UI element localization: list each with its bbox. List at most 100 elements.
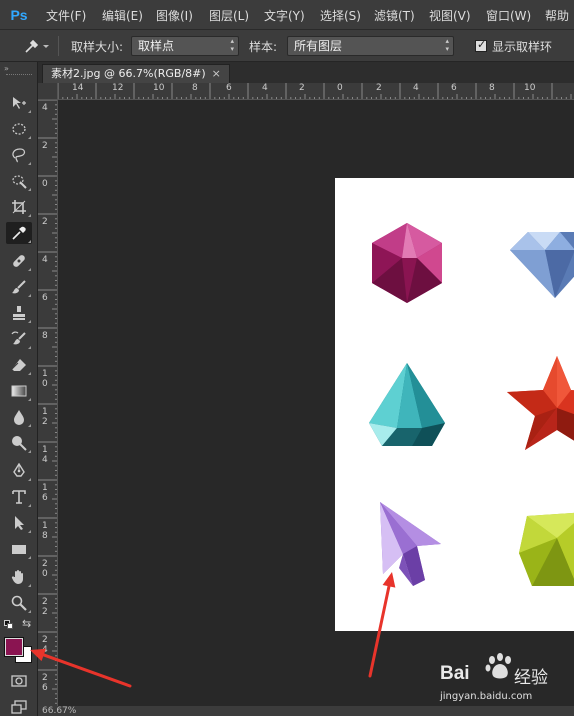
document-tab-title: 素材2.jpg @ 66.7%(RGB/8#)	[51, 67, 206, 80]
eyedropper-tool-icon[interactable]	[6, 222, 32, 244]
ruler-left-label: 12	[42, 407, 48, 427]
ruler-horizontal-ticks	[58, 83, 572, 99]
swap-colors-icon[interactable]: ⇆	[22, 617, 31, 630]
history-brush-tool-icon[interactable]	[6, 328, 32, 350]
ruler-top-label: 10	[153, 83, 165, 93]
ruler-left-label: 4	[42, 255, 48, 265]
ruler-left-label: 2	[42, 141, 48, 151]
magenta-gem	[372, 223, 442, 303]
ruler-left-label: 14	[42, 445, 48, 465]
default-colors-icon[interactable]	[4, 620, 14, 630]
screen-mode-icon[interactable]	[6, 696, 32, 716]
menu-view[interactable]: 视图(V)	[429, 7, 471, 24]
clone-stamp-tool-icon[interactable]	[6, 302, 32, 324]
sample-select[interactable]: 所有图层	[287, 36, 454, 56]
hand-tool-icon[interactable]	[6, 566, 32, 588]
options-bar: 取样大小: 取样点 样本: 所有图层 显示取样环	[0, 30, 574, 62]
eyedropper-preset-icon[interactable]	[22, 37, 52, 55]
canvas-area[interactable]	[59, 101, 574, 706]
menu-bar: Ps 文件(F) 编辑(E) 图像(I) 图层(L) 文字(Y) 选择(S) 滤…	[0, 0, 574, 30]
move-tool-icon[interactable]	[6, 92, 32, 114]
baidu-jingyan-watermark: Bai 经验 jingyan.baidu.com	[438, 650, 568, 710]
menu-select[interactable]: 选择(S)	[320, 7, 361, 24]
menu-window[interactable]: 窗口(W)	[486, 7, 531, 24]
eraser-tool-icon[interactable]	[6, 354, 32, 376]
panel-collapse-icon[interactable]: »	[4, 64, 9, 73]
options-divider	[58, 36, 59, 56]
ruler-left-label: 6	[42, 293, 48, 303]
ruler-left-label: 24	[42, 635, 48, 655]
ruler-top-label: 4	[262, 83, 268, 93]
teal-gem	[369, 363, 445, 446]
document-tab[interactable]: 素材2.jpg @ 66.7%(RGB/8#) ×	[42, 64, 230, 83]
menu-image[interactable]: 图像(I)	[156, 7, 193, 24]
menu-file[interactable]: 文件(F)	[46, 7, 86, 24]
ruler-left-label: 2	[42, 217, 48, 227]
menu-help[interactable]: 帮助	[545, 7, 569, 24]
panel-grip[interactable]	[6, 74, 32, 77]
sample-label: 样本:	[249, 40, 278, 54]
ruler-origin[interactable]	[38, 83, 58, 100]
watermark-url: jingyan.baidu.com	[440, 691, 533, 702]
pen-tool-icon[interactable]	[6, 460, 32, 482]
ruler-left-label: 18	[42, 521, 48, 541]
path-selection-tool-icon[interactable]	[6, 512, 32, 534]
gems-artwork	[369, 223, 574, 586]
quick-select-tool-icon[interactable]	[6, 170, 32, 192]
marquee-tool-icon[interactable]	[6, 118, 32, 140]
ruler-top-label: 2	[299, 83, 305, 93]
blue-diamond	[510, 232, 574, 298]
ruler-left-label: 22	[42, 597, 48, 617]
menu-filter[interactable]: 滤镜(T)	[374, 7, 415, 24]
ruler-top-label: 0	[337, 83, 343, 93]
ruler-top-label: 4	[413, 83, 419, 93]
ruler-left-label: 26	[42, 673, 48, 693]
menu-edit[interactable]: 编辑(E)	[102, 7, 143, 24]
ruler-top-label: 8	[192, 83, 198, 93]
quick-mask-icon[interactable]	[6, 670, 32, 692]
ruler-top-label: 10	[524, 83, 536, 93]
gradient-tool-icon[interactable]	[6, 380, 32, 402]
lime-gem	[519, 512, 574, 586]
healing-brush-tool-icon[interactable]	[6, 250, 32, 272]
ruler-left-label: 4	[42, 103, 48, 113]
red-star	[507, 356, 574, 450]
ruler-left-label: 8	[42, 331, 48, 341]
ruler-top-label: 2	[376, 83, 382, 93]
show-ring-checkbox[interactable]	[475, 38, 487, 52]
ruler-vertical[interactable]: 4 2 0 2 4 6 8 10 12 14 16 18 20 22 24 26	[38, 100, 58, 706]
ruler-left-label: 20	[42, 559, 48, 579]
ruler-horizontal[interactable]: 14 12 10 8 6 4 2 0 2 4 6 8 10	[58, 83, 574, 100]
tools-panel: » ⇆	[0, 62, 38, 716]
ruler-top-label: 6	[451, 83, 457, 93]
brush-tool-icon[interactable]	[6, 276, 32, 298]
sample-size-label: 取样大小:	[71, 40, 124, 54]
ruler-left-label: 16	[42, 483, 48, 503]
document-canvas[interactable]	[335, 178, 574, 631]
menu-type[interactable]: 文字(Y)	[264, 7, 305, 24]
blur-tool-icon[interactable]	[6, 406, 32, 428]
lasso-tool-icon[interactable]	[6, 144, 32, 166]
ruler-top-label: 8	[489, 83, 495, 93]
document-tab-bar: 素材2.jpg @ 66.7%(RGB/8#) ×	[38, 62, 574, 83]
watermark-brand-suffix: 经验	[514, 668, 548, 688]
watermark-brand: Bai	[440, 663, 470, 684]
app-logo: Ps	[10, 7, 28, 23]
show-ring-label: 显示取样环	[492, 40, 553, 54]
crop-tool-icon[interactable]	[6, 196, 32, 218]
ruler-left-label: 10	[42, 369, 48, 389]
zoom-tool-icon[interactable]	[6, 592, 32, 614]
ruler-top-label: 14	[72, 83, 84, 93]
ruler-left-label: 0	[42, 179, 48, 189]
ruler-top-label: 12	[112, 83, 124, 93]
dodge-tool-icon[interactable]	[6, 432, 32, 454]
purple-arrow-gem	[380, 502, 441, 586]
close-icon[interactable]: ×	[212, 67, 221, 80]
type-tool-icon[interactable]	[6, 486, 32, 508]
ruler-top-label: 6	[226, 83, 232, 93]
menu-layer[interactable]: 图层(L)	[209, 7, 249, 24]
sample-size-select[interactable]: 取样点	[131, 36, 239, 56]
foreground-color-swatch[interactable]	[4, 637, 24, 657]
zoom-readout: 66.67%	[42, 706, 77, 716]
rectangle-tool-icon[interactable]	[6, 538, 32, 560]
